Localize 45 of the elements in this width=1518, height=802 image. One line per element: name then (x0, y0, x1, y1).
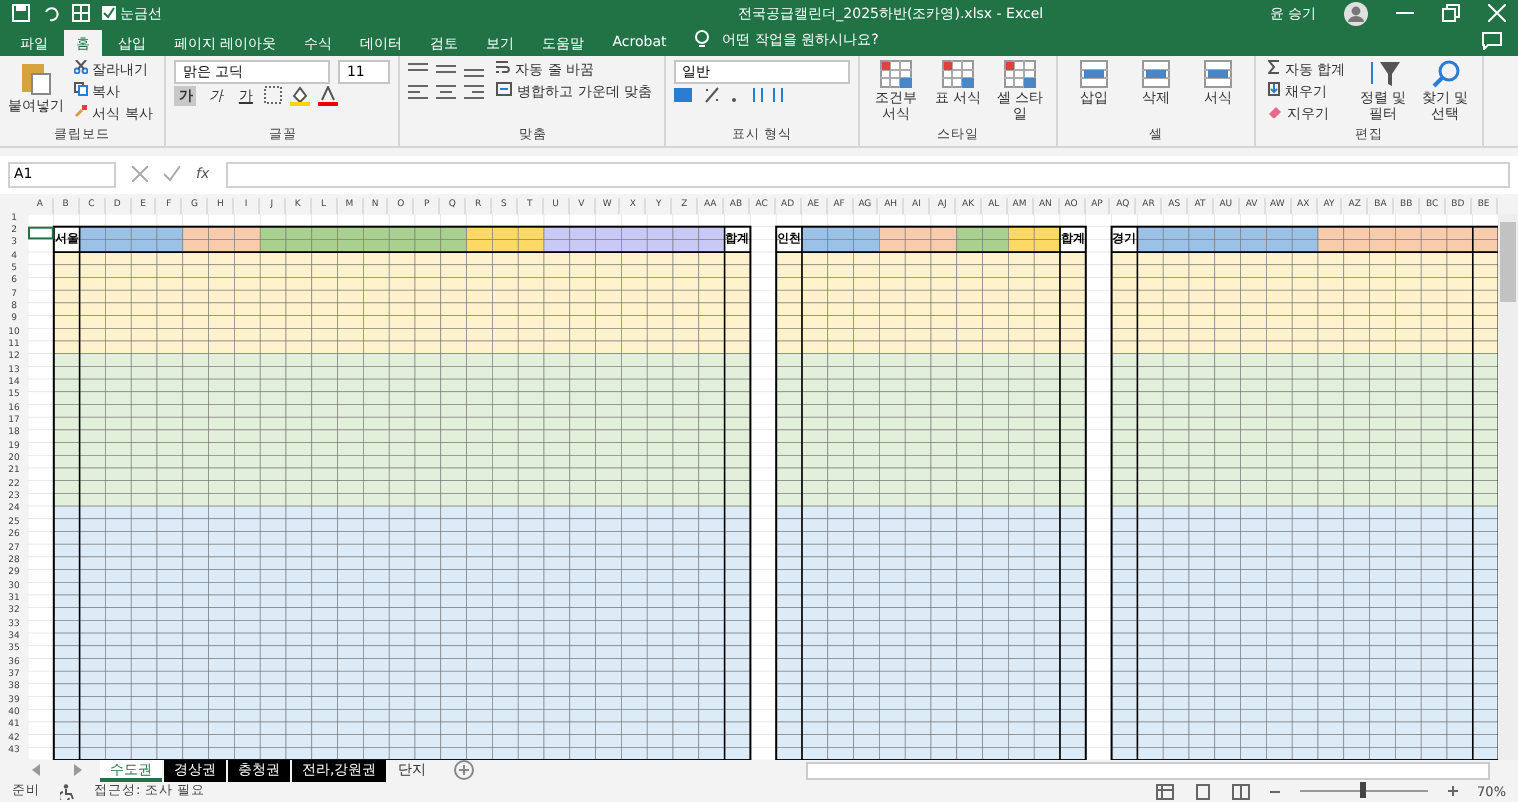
scroll-thumb[interactable] (1500, 221, 1516, 302)
font-color-icon[interactable] (318, 85, 339, 106)
sum-icon (1268, 59, 1281, 74)
add-sheet-icon[interactable] (454, 760, 475, 781)
zoom-slider-thumb[interactable] (1360, 782, 1367, 799)
restore-icon[interactable] (1442, 4, 1460, 23)
clipboard-icon (20, 59, 52, 96)
scroll-right-icon[interactable] (74, 764, 82, 777)
comment-icon[interactable] (1482, 31, 1502, 50)
page-break-icon[interactable] (1231, 783, 1250, 800)
check-icon[interactable] (164, 166, 180, 183)
cells-icon (1142, 59, 1171, 88)
accessibility-icon[interactable] (60, 783, 74, 800)
paintbrush-icon (74, 103, 88, 118)
search-icon (1431, 59, 1460, 88)
align-center-icon[interactable] (436, 83, 457, 100)
normal-view-icon[interactable] (1155, 783, 1174, 800)
scroll-left-icon[interactable] (32, 764, 40, 777)
avatar-icon[interactable] (1344, 1, 1368, 26)
close-icon[interactable] (1488, 4, 1506, 23)
eraser-icon (1268, 103, 1283, 118)
lightbulb-icon (694, 29, 711, 50)
save-icon[interactable] (12, 4, 30, 23)
merge-cells-icon (496, 81, 513, 96)
copy-icon (74, 81, 88, 96)
formula-field[interactable] (225, 161, 1510, 188)
table-style-icon (1004, 59, 1037, 88)
filter-icon (1367, 59, 1400, 88)
cells-icon (1204, 59, 1233, 88)
border-icon[interactable] (264, 86, 283, 105)
undo-icon[interactable] (42, 4, 60, 23)
fill-down-icon (1268, 81, 1281, 96)
zoom-in-icon[interactable] (1447, 786, 1458, 797)
wrap-text-icon (496, 59, 511, 74)
align-left-icon[interactable] (408, 83, 429, 100)
table-icon[interactable] (72, 4, 90, 23)
page-layout-icon[interactable] (1193, 783, 1212, 800)
table-style-icon (942, 59, 975, 88)
cells-icon (1080, 59, 1109, 88)
fill-color-icon[interactable] (290, 85, 311, 106)
table-style-icon (880, 59, 913, 88)
gridlines-checkbox[interactable] (102, 6, 116, 21)
align-right-icon[interactable] (464, 83, 485, 100)
scissors-icon (74, 59, 88, 74)
align-middle-icon[interactable] (436, 61, 457, 78)
